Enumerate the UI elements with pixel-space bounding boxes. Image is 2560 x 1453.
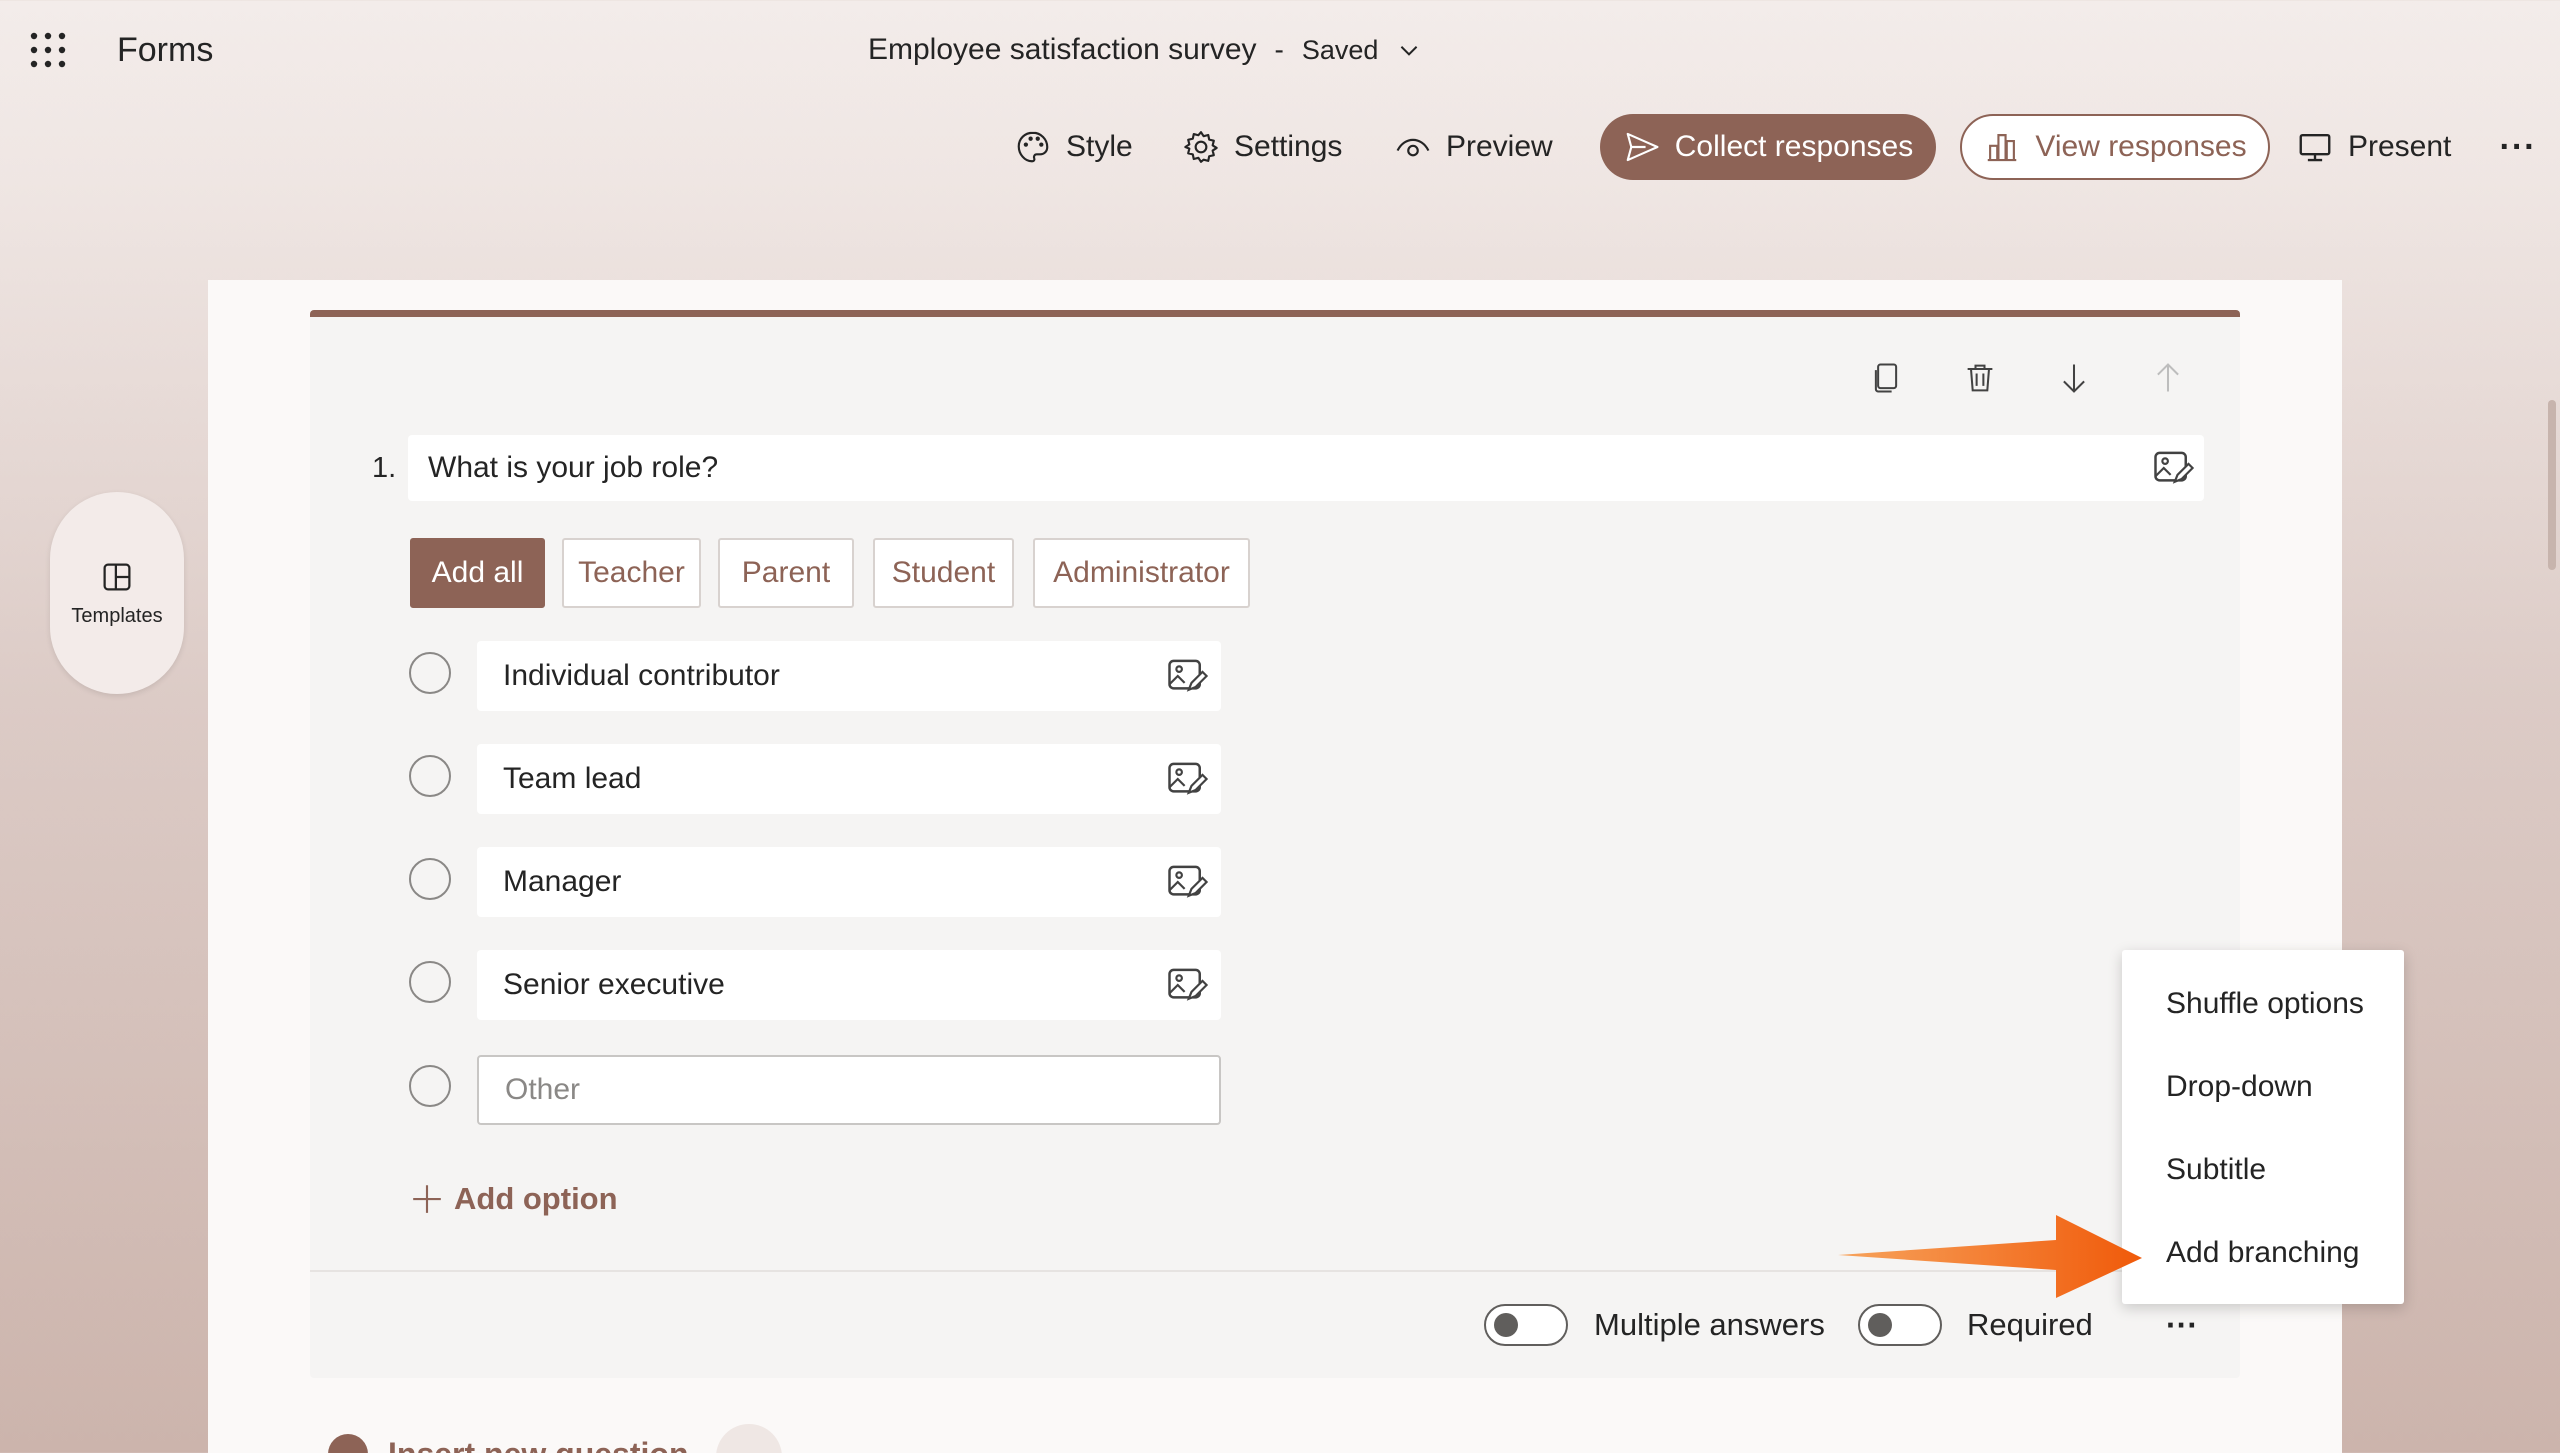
- other-option-input[interactable]: Other: [477, 1055, 1221, 1125]
- move-up-icon[interactable]: [2146, 356, 2190, 400]
- eye-icon: [1396, 138, 1430, 157]
- title-separator: -: [1274, 34, 1284, 65]
- send-icon: [1626, 132, 1659, 162]
- question-text-input[interactable]: What is your job role?: [408, 435, 2204, 501]
- option-radio[interactable]: [409, 858, 451, 900]
- insert-media-icon[interactable]: [1164, 860, 1208, 904]
- app-launcher-icon[interactable]: [28, 30, 68, 70]
- option-label: Manager: [503, 865, 622, 898]
- insert-media-icon[interactable]: [1164, 963, 1208, 1007]
- option-label: Senior executive: [503, 968, 725, 1001]
- option-input-senior-executive[interactable]: Senior executive: [477, 950, 1221, 1020]
- option-radio[interactable]: [409, 755, 451, 797]
- settings-button[interactable]: Settings: [1182, 114, 1342, 180]
- style-button[interactable]: Style: [1014, 114, 1133, 180]
- move-down-icon[interactable]: [2052, 356, 2096, 400]
- collect-responses-label: Collect responses: [1674, 130, 1914, 163]
- palette-icon: [1017, 131, 1049, 163]
- app-name[interactable]: Forms: [117, 30, 213, 70]
- question-settings-menu: Shuffle options Drop-down Subtitle Add b…: [2122, 950, 2404, 1304]
- required-label: Required: [1967, 1307, 2093, 1342]
- multiple-answers-toggle[interactable]: [1484, 1304, 1568, 1346]
- style-label: Style: [1066, 130, 1133, 163]
- option-input-manager[interactable]: Manager: [477, 847, 1221, 917]
- chevron-down-icon[interactable]: [1396, 37, 1422, 63]
- add-option-label: Add option: [454, 1181, 618, 1216]
- preview-button[interactable]: Preview: [1394, 114, 1553, 180]
- form-title[interactable]: Employee satisfaction survey: [868, 33, 1257, 67]
- menu-item-shuffle-options[interactable]: Shuffle options: [2122, 968, 2404, 1040]
- insert-media-icon[interactable]: [1164, 654, 1208, 698]
- insert-question-label[interactable]: Insert new question: [388, 1436, 688, 1453]
- menu-item-subtitle[interactable]: Subtitle: [2122, 1134, 2404, 1206]
- add-option-button[interactable]: Add option: [410, 1178, 618, 1220]
- suggestion-chip-student[interactable]: Student: [873, 538, 1014, 608]
- layout-icon: [103, 563, 131, 590]
- copy-question-icon[interactable]: [1864, 356, 1908, 400]
- option-label: Individual contributor: [503, 659, 780, 692]
- more-question-settings-button[interactable]: ···: [2160, 1304, 2204, 1346]
- option-input-individual-contributor[interactable]: Individual contributor: [477, 641, 1221, 711]
- menu-item-add-branching[interactable]: Add branching: [2122, 1217, 2404, 1289]
- menu-item-drop-down[interactable]: Drop-down: [2122, 1051, 2404, 1123]
- view-responses-label: View responses: [2035, 130, 2247, 163]
- plus-icon: [413, 1185, 441, 1213]
- add-all-suggestions-button[interactable]: Add all: [410, 538, 545, 608]
- bar-chart-icon: [1988, 134, 2017, 162]
- scrollbar[interactable]: [2548, 400, 2556, 570]
- present-button[interactable]: Present: [2296, 114, 2451, 180]
- collect-responses-button[interactable]: Collect responses: [1600, 114, 1936, 180]
- delete-question-icon[interactable]: [1958, 356, 2002, 400]
- templates-label: Templates: [71, 604, 163, 627]
- option-label: Team lead: [503, 762, 642, 795]
- question-text: What is your job role?: [428, 451, 719, 484]
- suggestion-chip-administrator[interactable]: Administrator: [1033, 538, 1250, 608]
- option-radio[interactable]: [409, 1065, 451, 1107]
- templates-button[interactable]: Templates: [50, 492, 184, 694]
- save-status: Saved: [1301, 34, 1379, 65]
- present-label: Present: [2348, 130, 2452, 163]
- option-input-team-lead[interactable]: Team lead: [477, 744, 1221, 814]
- gear-icon: [1184, 131, 1218, 163]
- other-placeholder: Other: [505, 1073, 581, 1106]
- insert-media-icon[interactable]: [1164, 757, 1208, 801]
- suggestion-chip-parent[interactable]: Parent: [718, 538, 854, 608]
- view-responses-button[interactable]: View responses: [1960, 114, 2270, 180]
- suggestion-chip-teacher[interactable]: Teacher: [562, 538, 701, 608]
- form-title-area[interactable]: Employee satisfaction survey - Saved: [868, 30, 1422, 70]
- question-number: 1.: [372, 452, 397, 484]
- monitor-icon: [2299, 133, 2331, 162]
- option-radio[interactable]: [409, 961, 451, 1003]
- multiple-answers-label: Multiple answers: [1594, 1307, 1825, 1342]
- settings-label: Settings: [1234, 130, 1343, 163]
- more-options-button[interactable]: ···: [2494, 114, 2542, 180]
- annotation-arrow-icon: [1836, 1210, 2146, 1300]
- preview-label: Preview: [1446, 130, 1553, 163]
- required-toggle[interactable]: [1858, 1304, 1942, 1346]
- option-radio[interactable]: [409, 652, 451, 694]
- insert-media-icon[interactable]: [2150, 446, 2194, 490]
